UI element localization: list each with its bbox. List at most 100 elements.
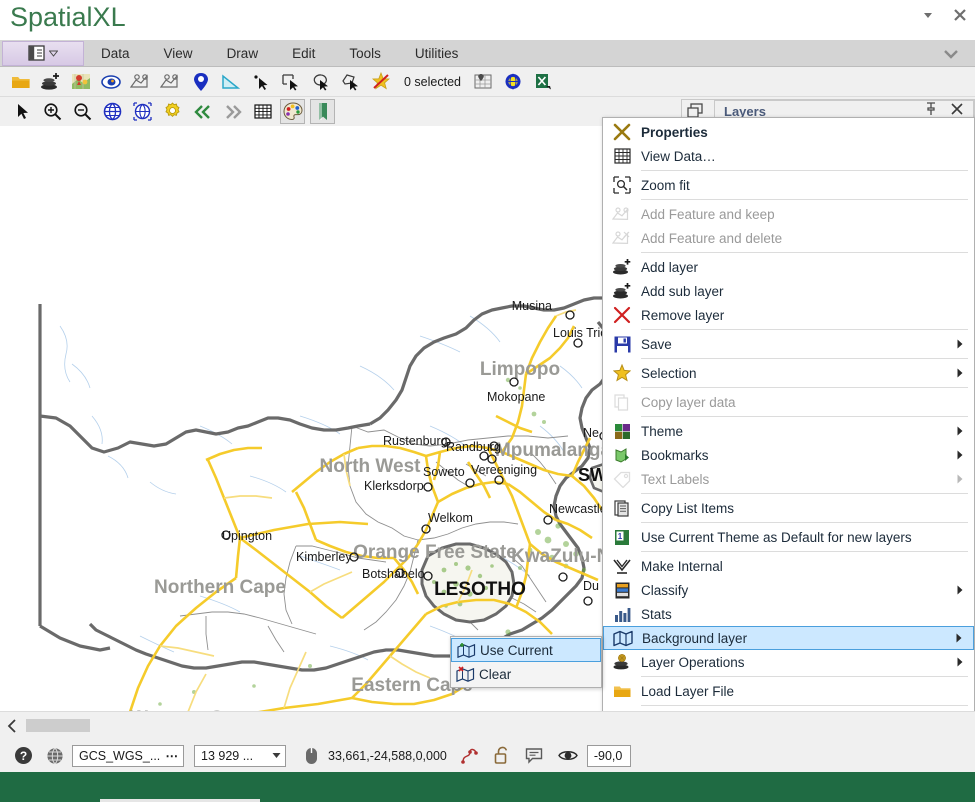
context-menu-item-theme[interactable]: Theme (603, 419, 974, 443)
select-rectangle-icon[interactable] (278, 69, 303, 94)
context-menu-item-properties[interactable]: Properties (603, 120, 974, 144)
context-menu-item-layer-operations[interactable]: Layer Operations (603, 650, 974, 674)
add-feature-delete-icon (603, 226, 641, 250)
classify-icon (603, 578, 641, 602)
svg-text:Vereeniging: Vereeniging (471, 463, 537, 477)
menu-item-draw[interactable]: Draw (210, 40, 276, 67)
next-extent-icon[interactable] (220, 99, 245, 124)
context-menu-item-label: Text Labels (641, 472, 950, 487)
select-point-icon[interactable] (248, 69, 273, 94)
eye-ellipse-icon[interactable] (98, 69, 123, 94)
os-taskbar (0, 772, 975, 802)
scroll-left-icon[interactable] (0, 719, 26, 733)
zoom-in-icon[interactable] (40, 99, 65, 124)
context-menu-item-add-layer[interactable]: Add layer (603, 255, 974, 279)
context-menu-item-view-data[interactable]: View Data… (603, 144, 974, 168)
submenu-arrow-icon (950, 368, 970, 378)
context-menu-item-use-current-theme-as-default-for-new-layers[interactable]: 1 Use Current Theme as Default for new la… (603, 525, 974, 549)
context-menu-item-label: Classify (641, 583, 950, 598)
coordinates-readout: 33,661,-24,588,0,000 (328, 749, 447, 763)
measure-triangle-icon[interactable] (218, 69, 243, 94)
help-icon[interactable]: ? (10, 743, 36, 769)
add-layer-icon[interactable] (38, 69, 63, 94)
submenu-item-clear[interactable]: Clear (451, 662, 601, 686)
menu-item-view[interactable]: View (147, 40, 210, 67)
context-menu-item-label: Layer Operations (641, 655, 950, 670)
pointer-arrow-icon[interactable] (10, 99, 35, 124)
open-folder-icon[interactable] (8, 69, 33, 94)
submenu-arrow-icon (950, 585, 970, 595)
svg-text:1: 1 (618, 532, 623, 541)
context-menu-item-remove-layer[interactable]: Remove layer (603, 303, 974, 327)
path-icon[interactable] (457, 743, 483, 769)
context-menu-item-label: Remove layer (641, 308, 950, 323)
palette-icon[interactable] (280, 99, 305, 124)
projection-more-icon[interactable]: ⋯ (166, 748, 180, 763)
context-menu-item-add-sub-layer[interactable]: Add sub layer (603, 279, 974, 303)
angle-field[interactable]: -90,0 (587, 745, 631, 767)
bookmark-flag-icon[interactable] (310, 99, 335, 124)
context-menu-item-background-layer[interactable]: Background layer (603, 626, 974, 650)
context-menu-item-selection[interactable]: Selection (603, 361, 974, 385)
projection-selector[interactable]: GCS_WGS_... ⋯ (72, 745, 184, 767)
context-menu-separator (641, 252, 968, 253)
horizontal-scrollbar[interactable] (0, 711, 975, 739)
context-menu-item-add-feature-and-keep: Add Feature and keep (603, 202, 974, 226)
context-menu-item-label: Bookmarks (641, 448, 950, 463)
context-menu-separator (641, 416, 968, 417)
previous-extent-icon[interactable] (190, 99, 215, 124)
globe-icon[interactable] (100, 99, 125, 124)
context-menu-item-bookmarks[interactable]: Bookmarks (603, 443, 974, 467)
grid-icon[interactable] (250, 99, 275, 124)
export-excel-icon[interactable] (531, 69, 556, 94)
svg-text:Mpumalanga: Mpumalanga (495, 440, 612, 461)
context-menu-item-zoom-fit[interactable]: Zoom fit (603, 173, 974, 197)
map-grid-icon[interactable] (471, 69, 496, 94)
close-icon[interactable] (951, 6, 969, 24)
layer-context-menu[interactable]: Properties View Data… Zoom fit Add Feature … (602, 117, 975, 786)
add-feature-delete-icon[interactable] (158, 69, 183, 94)
select-polygon-icon[interactable] (338, 69, 363, 94)
submenu-arrow-icon (950, 339, 970, 349)
context-menu-item-classify[interactable]: Classify (603, 578, 974, 602)
add-feature-keep-icon[interactable] (128, 69, 153, 94)
menu-item-tools[interactable]: Tools (332, 40, 398, 67)
context-menu-item-copy-list-items[interactable]: Copy List Items (603, 496, 974, 520)
tooltip-icon[interactable] (521, 743, 547, 769)
svg-text:?: ? (19, 749, 26, 763)
context-menu-item-make-internal[interactable]: Make Internal (603, 554, 974, 578)
zoom-out-icon[interactable] (70, 99, 95, 124)
context-menu-separator (641, 551, 968, 552)
unlock-icon[interactable] (489, 743, 515, 769)
context-menu-item-load-layer-file[interactable]: Load Layer File (603, 679, 974, 703)
minimize-dropdown-icon[interactable] (919, 6, 937, 24)
scale-selector[interactable]: 13 929 ... (194, 745, 286, 767)
context-menu-separator (641, 199, 968, 200)
context-menu-item-label: Load Layer File (641, 684, 950, 699)
bookmarks-icon (603, 443, 641, 467)
geocode-globe-icon[interactable] (501, 69, 526, 94)
projection-globe-icon[interactable] (42, 743, 68, 769)
context-menu-item-save[interactable]: Save (603, 332, 974, 356)
menu-item-edit[interactable]: Edit (275, 40, 332, 67)
map-pin-layer-icon[interactable] (68, 69, 93, 94)
menu-item-utilities[interactable]: Utilities (398, 40, 476, 67)
context-menu-item-stats[interactable]: Stats (603, 602, 974, 626)
scrollbar-thumb[interactable] (26, 719, 90, 732)
background-layer-submenu[interactable]: Use CurrentClear (450, 636, 602, 688)
place-marker-icon[interactable] (188, 69, 213, 94)
context-menu-item-copy-layer-data: Copy layer data (603, 390, 974, 414)
select-circle-icon[interactable] (308, 69, 333, 94)
status-bar: ? GCS_WGS_... ⋯ 13 929 ... 33,661,-24,58… (0, 739, 975, 772)
menu-item-data[interactable]: Data (84, 40, 147, 67)
ribbon-collapse-icon[interactable] (943, 47, 959, 65)
context-menu-item-label: Copy layer data (641, 395, 950, 410)
context-menu-item-label: View Data… (641, 149, 950, 164)
settings-gear-icon[interactable] (160, 99, 185, 124)
submenu-item-use-current[interactable]: Use Current (451, 638, 601, 662)
context-menu-item-label: Use Current Theme as Default for new lay… (641, 530, 950, 545)
globe-select-icon[interactable] (130, 99, 155, 124)
application-menu-button[interactable] (2, 41, 84, 66)
clear-selection-icon[interactable] (368, 69, 393, 94)
eye-icon[interactable] (555, 743, 581, 769)
